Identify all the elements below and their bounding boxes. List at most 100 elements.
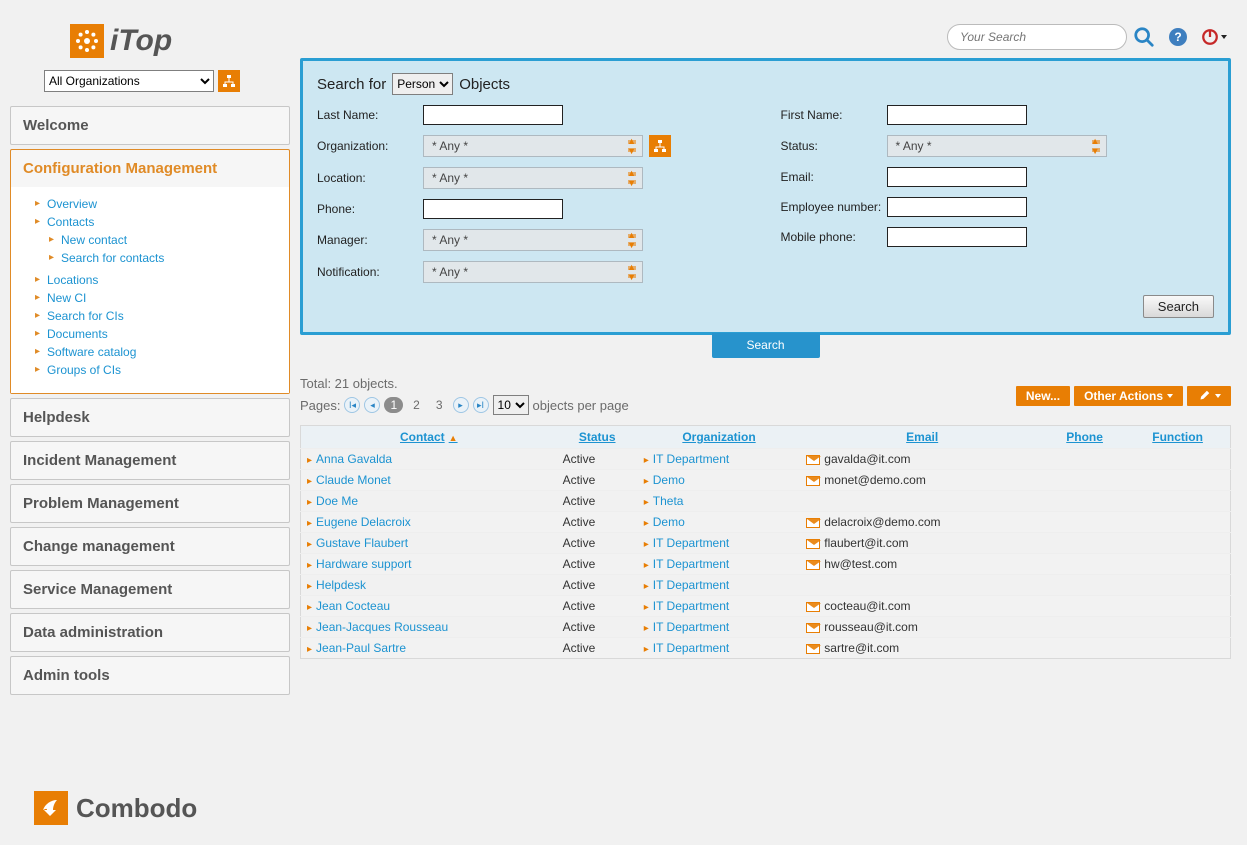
field-label: Status: [781,139,887,153]
contact-link[interactable]: Claude Monet [316,473,391,487]
mail-icon [806,560,820,570]
class-select[interactable]: Person [392,73,453,95]
mail-icon [806,602,820,612]
table-row: ▸Eugene DelacroixActive▸Demodelacroix@de… [301,512,1231,533]
contact-link[interactable]: Eugene Delacroix [316,515,411,529]
contact-link[interactable]: Gustave Flaubert [316,536,408,550]
page-prev[interactable]: ◂ [364,397,380,413]
contact-link[interactable]: Doe Me [316,494,358,508]
contact-link[interactable]: Jean-Jacques Rousseau [316,620,448,634]
menu-welcome[interactable]: Welcome [11,107,289,144]
org-link[interactable]: Demo [653,515,685,529]
org-link[interactable]: IT Department [653,557,729,571]
notification-select[interactable]: * Any *▲▼ [423,261,643,283]
col-organization[interactable]: Organization [638,426,801,449]
mail-icon [806,455,820,465]
search-tab[interactable]: Search [712,333,820,358]
contact-link[interactable]: Helpdesk [316,578,366,592]
field-label: Email: [781,170,887,184]
menu-data-administration[interactable]: Data administration [11,614,289,651]
menu-configuration-management[interactable]: Configuration Management [11,150,289,187]
row-arrow-icon: ▸ [307,518,312,529]
field-label: Mobile phone: [781,230,887,244]
page-3[interactable]: 3 [430,397,449,413]
status-select[interactable]: * Any *▲▼ [887,135,1107,157]
global-search-input[interactable] [947,24,1127,50]
table-row: ▸HelpdeskActive▸IT Department [301,575,1231,596]
col-email[interactable]: Email [800,426,1044,449]
email-input[interactable] [887,167,1027,187]
org-link[interactable]: IT Department [653,536,729,550]
menu-item-contacts[interactable]: Contacts [47,215,94,229]
row-arrow-icon: ▸ [644,644,649,655]
first-name-input[interactable] [887,105,1027,125]
contact-link[interactable]: Anna Gavalda [316,452,392,466]
menu-item-search-for-contacts[interactable]: Search for contacts [61,251,164,265]
search-icon[interactable] [1133,26,1155,48]
row-arrow-icon: ▸ [307,602,312,613]
row-arrow-icon: ▸ [307,581,312,592]
field-label: First Name: [781,108,887,122]
menu-item-overview[interactable]: Overview [47,197,97,211]
manager-select[interactable]: * Any *▲▼ [423,229,643,251]
search-panel: Search for Person Objects Last Name:Orga… [300,58,1231,335]
new-button[interactable]: New... [1016,386,1070,406]
org-tree-picker[interactable] [649,135,671,157]
menu-item-search-for-cis[interactable]: Search for CIs [47,309,124,323]
tools-button[interactable] [1187,386,1231,406]
menu-item-documents[interactable]: Documents [47,327,108,341]
menu-problem-management[interactable]: Problem Management [11,485,289,522]
menu-item-groups-of-cis[interactable]: Groups of CIs [47,363,121,377]
menu-helpdesk[interactable]: Helpdesk [11,399,289,436]
organization-select[interactable]: * Any *▲▼ [423,135,643,157]
contact-link[interactable]: Hardware support [316,557,411,571]
col-function[interactable]: Function [1125,426,1230,449]
page-next[interactable]: ▸ [453,397,469,413]
org-select[interactable]: All Organizations [44,70,214,92]
row-arrow-icon: ▸ [307,560,312,571]
search-button[interactable]: Search [1143,295,1214,318]
org-link[interactable]: IT Department [653,452,729,466]
contact-link[interactable]: Jean Cocteau [316,599,390,613]
org-link[interactable]: Theta [653,494,684,508]
last-name-input[interactable] [423,105,563,125]
row-arrow-icon: ▸ [307,497,312,508]
row-arrow-icon: ▸ [307,539,312,550]
location-select[interactable]: * Any *▲▼ [423,167,643,189]
mobile-phone-input[interactable] [887,227,1027,247]
menu-item-locations[interactable]: Locations [47,273,98,287]
org-link[interactable]: IT Department [653,620,729,634]
total-label: Total: 21 objects. [300,376,629,391]
menu-item-new-ci[interactable]: New CI [47,291,86,305]
org-link[interactable]: IT Department [653,578,729,592]
menu-admin-tools[interactable]: Admin tools [11,657,289,694]
mail-icon [806,644,820,654]
other-actions-button[interactable]: Other Actions [1074,386,1183,406]
page-1[interactable]: 1 [384,397,403,413]
field-label: Location: [317,171,423,185]
menu-service-management[interactable]: Service Management [11,571,289,608]
logout-menu[interactable] [1201,28,1227,46]
menu-change-management[interactable]: Change management [11,528,289,565]
col-contact[interactable]: Contact▲ [301,426,557,449]
help-icon[interactable]: ? [1169,28,1187,46]
org-tree-button[interactable] [218,70,240,92]
org-link[interactable]: Demo [653,473,685,487]
phone-input[interactable] [423,199,563,219]
page-last[interactable]: ▸I [473,397,489,413]
col-phone[interactable]: Phone [1044,426,1125,449]
menu-incident-management[interactable]: Incident Management [11,442,289,479]
col-status[interactable]: Status [557,426,638,449]
logo-text: iTop [110,24,172,58]
org-link[interactable]: IT Department [653,641,729,655]
page-2[interactable]: 2 [407,397,426,413]
menu-item-new-contact[interactable]: New contact [61,233,127,247]
vendor-text: Combodo [76,793,197,824]
contact-link[interactable]: Jean-Paul Sartre [316,641,406,655]
vendor-icon [34,791,68,825]
per-page-select[interactable]: 10 [493,395,529,415]
org-link[interactable]: IT Department [653,599,729,613]
employee-number-input[interactable] [887,197,1027,217]
menu-item-software-catalog[interactable]: Software catalog [47,345,136,359]
page-first[interactable]: I◂ [344,397,360,413]
